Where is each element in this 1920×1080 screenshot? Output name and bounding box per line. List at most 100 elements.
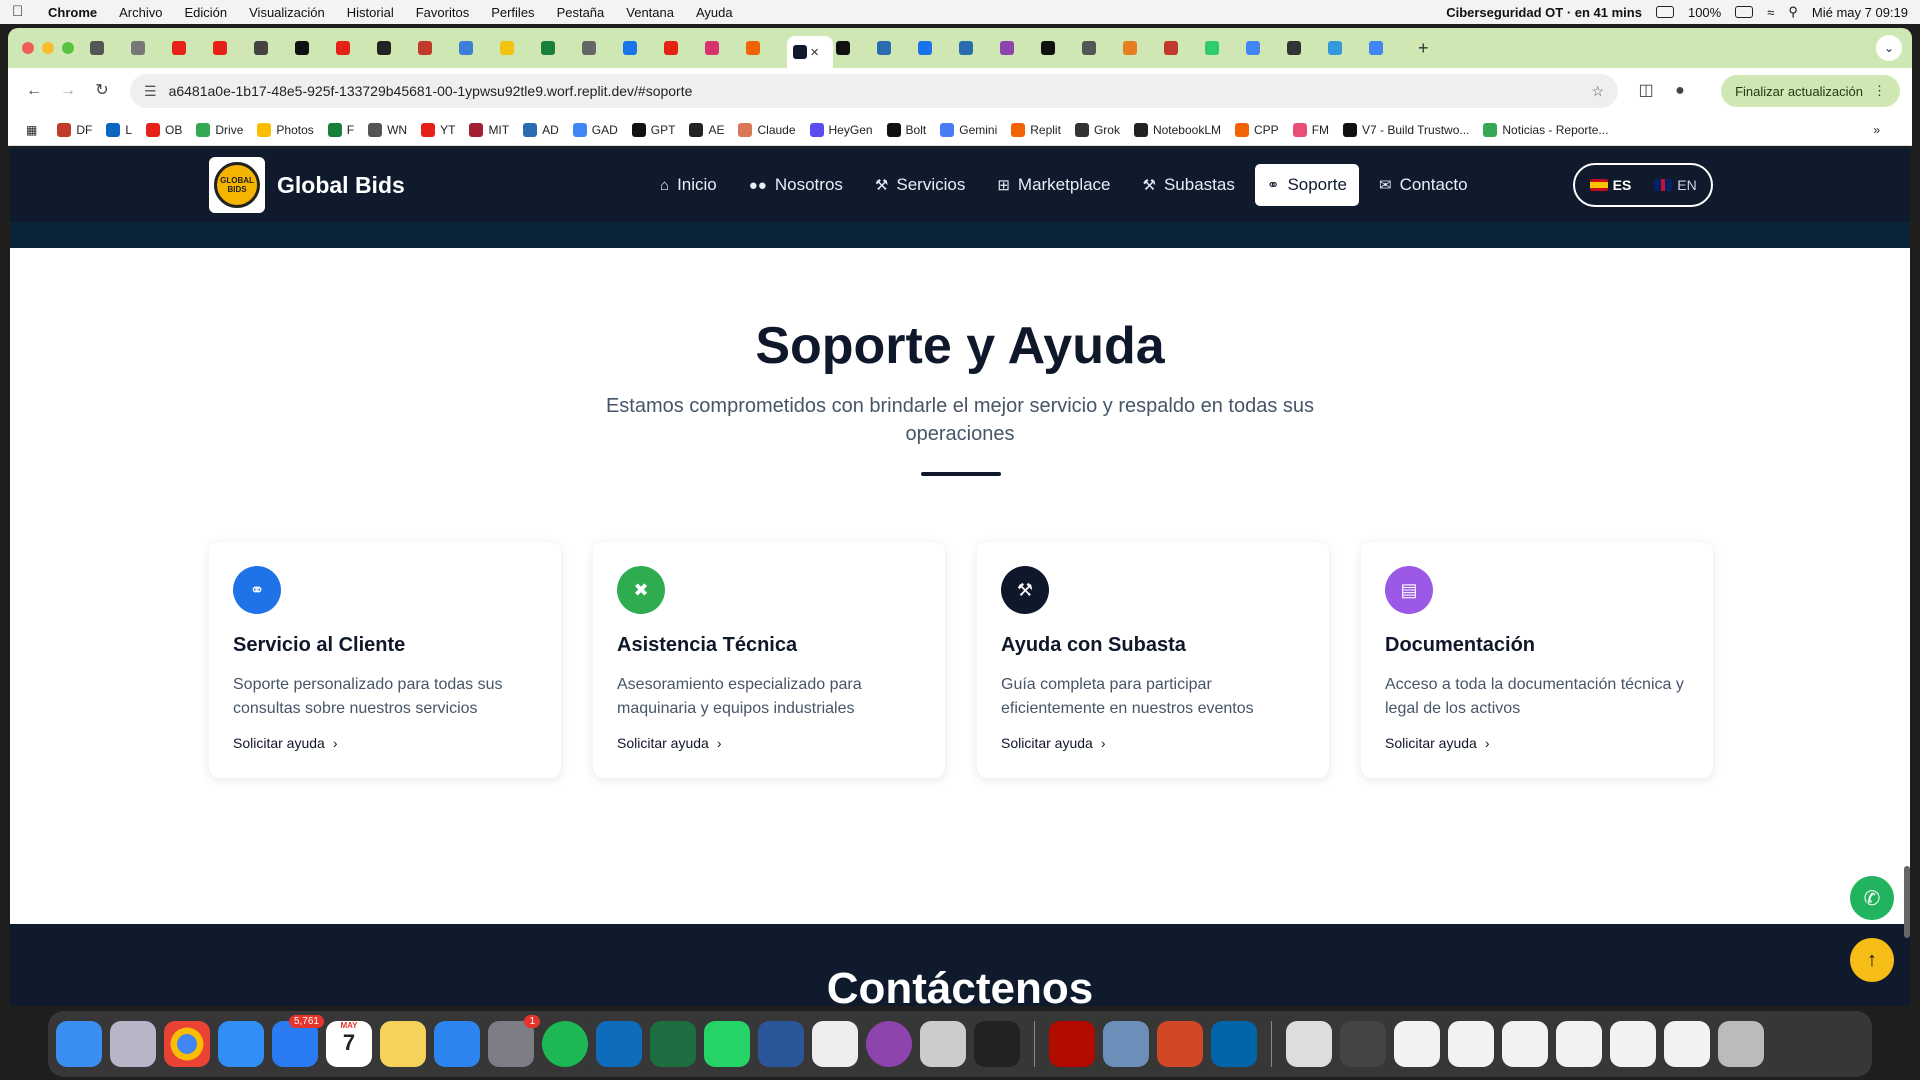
downloads-stack-icon[interactable] bbox=[1286, 1021, 1332, 1067]
launchpad-icon[interactable] bbox=[110, 1021, 156, 1067]
site-logo[interactable]: GLOBAL BIDS Global Bids bbox=[209, 157, 405, 213]
browser-tab[interactable] bbox=[1287, 35, 1325, 61]
browser-tab[interactable] bbox=[1000, 35, 1038, 61]
mail-icon[interactable]: 5,761 bbox=[272, 1015, 324, 1067]
menu-visualizacion[interactable]: Visualización bbox=[249, 5, 325, 20]
finder-icon[interactable] bbox=[56, 1021, 102, 1067]
bookmark-item[interactable]: F bbox=[327, 122, 354, 137]
apple-icon[interactable]:  bbox=[12, 4, 28, 20]
tab-search-icon[interactable]: ⌄ bbox=[1876, 35, 1902, 61]
browser-tab[interactable] bbox=[418, 35, 456, 61]
outlook-icon[interactable] bbox=[596, 1021, 642, 1067]
browser-tab[interactable] bbox=[1082, 35, 1120, 61]
finish-update-button[interactable]: Finalizar actualización ⋮ bbox=[1721, 75, 1900, 107]
nav-marketplace[interactable]: ⊞ Marketplace bbox=[985, 164, 1122, 206]
bookmark-item[interactable]: HeyGen bbox=[809, 122, 873, 137]
bookmark-item[interactable]: YT bbox=[421, 122, 455, 137]
word-icon[interactable] bbox=[758, 1021, 804, 1067]
browser-tab[interactable] bbox=[459, 35, 497, 61]
browser-tab[interactable] bbox=[918, 35, 956, 61]
request-help-link[interactable]: Solicitar ayuda › bbox=[233, 735, 338, 751]
nav-contacto[interactable]: ✉ Contacto bbox=[1367, 164, 1480, 206]
bookmark-item[interactable]: GAD bbox=[572, 122, 618, 137]
browser-tab[interactable] bbox=[705, 35, 743, 61]
acrobat-icon[interactable] bbox=[1049, 1021, 1095, 1067]
browser-tab[interactable] bbox=[377, 35, 415, 61]
minimized-window-icon[interactable] bbox=[1610, 1021, 1656, 1067]
chrome-icon[interactable] bbox=[164, 1021, 210, 1067]
zoom-window-button[interactable] bbox=[62, 42, 74, 54]
bookmark-item[interactable]: Claude bbox=[738, 122, 796, 137]
bookmark-item[interactable]: DF bbox=[57, 122, 92, 137]
calendar-icon[interactable]: MAY 7 bbox=[326, 1021, 372, 1067]
system-settings-icon[interactable]: 1 bbox=[488, 1015, 540, 1067]
browser-tab[interactable] bbox=[836, 35, 874, 61]
browser-tab[interactable] bbox=[172, 35, 210, 61]
lang-en-button[interactable]: EN bbox=[1643, 168, 1708, 202]
phone-mirror-icon[interactable] bbox=[920, 1021, 966, 1067]
browser-tab-active[interactable]: ✕ bbox=[787, 36, 833, 68]
bookmark-item[interactable]: L bbox=[106, 122, 132, 137]
keynote-icon[interactable] bbox=[434, 1021, 480, 1067]
powerpoint-icon[interactable] bbox=[1157, 1021, 1203, 1067]
browser-tab[interactable] bbox=[1041, 35, 1079, 61]
bookmark-item[interactable]: Gemini bbox=[940, 122, 997, 137]
browser-tab[interactable] bbox=[131, 35, 169, 61]
calendar-seven-icon[interactable] bbox=[812, 1021, 858, 1067]
apps-grid-icon[interactable]: ▦ bbox=[26, 123, 37, 137]
request-help-link[interactable]: Solicitar ayuda › bbox=[1001, 735, 1106, 751]
browser-tab[interactable] bbox=[213, 35, 251, 61]
bookmark-item[interactable]: FM bbox=[1292, 122, 1329, 137]
menu-historial[interactable]: Historial bbox=[347, 5, 394, 20]
menu-pestana[interactable]: Pestaña bbox=[557, 5, 605, 20]
safari-icon[interactable] bbox=[218, 1021, 264, 1067]
close-tab-icon[interactable]: ✕ bbox=[810, 46, 819, 59]
lang-es-button[interactable]: ES bbox=[1578, 168, 1643, 202]
nav-soporte[interactable]: ⚭ Soporte bbox=[1254, 164, 1359, 206]
vscode-icon[interactable] bbox=[1211, 1021, 1257, 1067]
bookmark-item[interactable]: Photos bbox=[257, 122, 314, 137]
reload-button[interactable]: ↻ bbox=[88, 77, 116, 105]
browser-tab[interactable] bbox=[959, 35, 997, 61]
kebab-menu-icon[interactable]: ⋮ bbox=[1873, 83, 1886, 99]
preview-icon[interactable] bbox=[1103, 1021, 1149, 1067]
bookmark-item[interactable]: AD bbox=[523, 122, 559, 137]
scroll-to-top-button[interactable]: ↑ bbox=[1850, 938, 1894, 982]
browser-tab[interactable] bbox=[623, 35, 661, 61]
browser-tab[interactable] bbox=[1123, 35, 1161, 61]
menu-perfiles[interactable]: Perfiles bbox=[491, 5, 534, 20]
browser-tab[interactable] bbox=[746, 35, 784, 61]
profile-avatar[interactable]: ● bbox=[1666, 77, 1694, 105]
page-scrollbar[interactable] bbox=[1904, 866, 1910, 938]
minimized-window-icon[interactable] bbox=[1448, 1021, 1494, 1067]
audio-icon[interactable] bbox=[1655, 6, 1674, 18]
address-bar[interactable]: ☰ a6481a0e-1b17-48e5-925f-133729b45681-0… bbox=[130, 74, 1618, 108]
browser-tab[interactable] bbox=[1205, 35, 1243, 61]
browser-tab[interactable] bbox=[1164, 35, 1202, 61]
browser-tab[interactable] bbox=[1246, 35, 1284, 61]
bookmark-item[interactable]: NotebookLM bbox=[1133, 122, 1221, 137]
whatsapp-button[interactable]: ✆ bbox=[1850, 876, 1894, 920]
minimized-window-icon[interactable] bbox=[1340, 1021, 1386, 1067]
request-help-link[interactable]: Solicitar ayuda › bbox=[1385, 735, 1490, 751]
bookmark-item[interactable]: Drive bbox=[196, 122, 243, 137]
menu-ayuda[interactable]: Ayuda bbox=[696, 5, 733, 20]
bookmark-item[interactable]: GPT bbox=[631, 122, 675, 137]
menu-app-name[interactable]: Chrome bbox=[48, 5, 97, 20]
extensions-icon[interactable]: ◫ bbox=[1632, 77, 1660, 105]
forward-button[interactable]: → bbox=[54, 77, 82, 105]
minimized-window-icon[interactable] bbox=[1556, 1021, 1602, 1067]
bookmark-item[interactable]: Grok bbox=[1074, 122, 1120, 137]
bookmark-item[interactable]: Noticias - Reporte... bbox=[1483, 122, 1608, 137]
whatsapp-app-icon[interactable] bbox=[704, 1021, 750, 1067]
back-button[interactable]: ← bbox=[20, 77, 48, 105]
nav-nosotros[interactable]: ●● Nosotros bbox=[737, 164, 855, 206]
bookmark-item[interactable]: OB bbox=[146, 122, 182, 137]
minimize-window-button[interactable] bbox=[42, 42, 54, 54]
browser-tab[interactable] bbox=[1328, 35, 1366, 61]
browser-tab[interactable] bbox=[90, 35, 128, 61]
browser-tab[interactable] bbox=[877, 35, 915, 61]
bookmark-item[interactable]: V7 - Build Trustwo... bbox=[1343, 122, 1469, 137]
menubar-clock[interactable]: Mié may 7 09:19 bbox=[1812, 5, 1908, 20]
notes-icon[interactable] bbox=[380, 1021, 426, 1067]
